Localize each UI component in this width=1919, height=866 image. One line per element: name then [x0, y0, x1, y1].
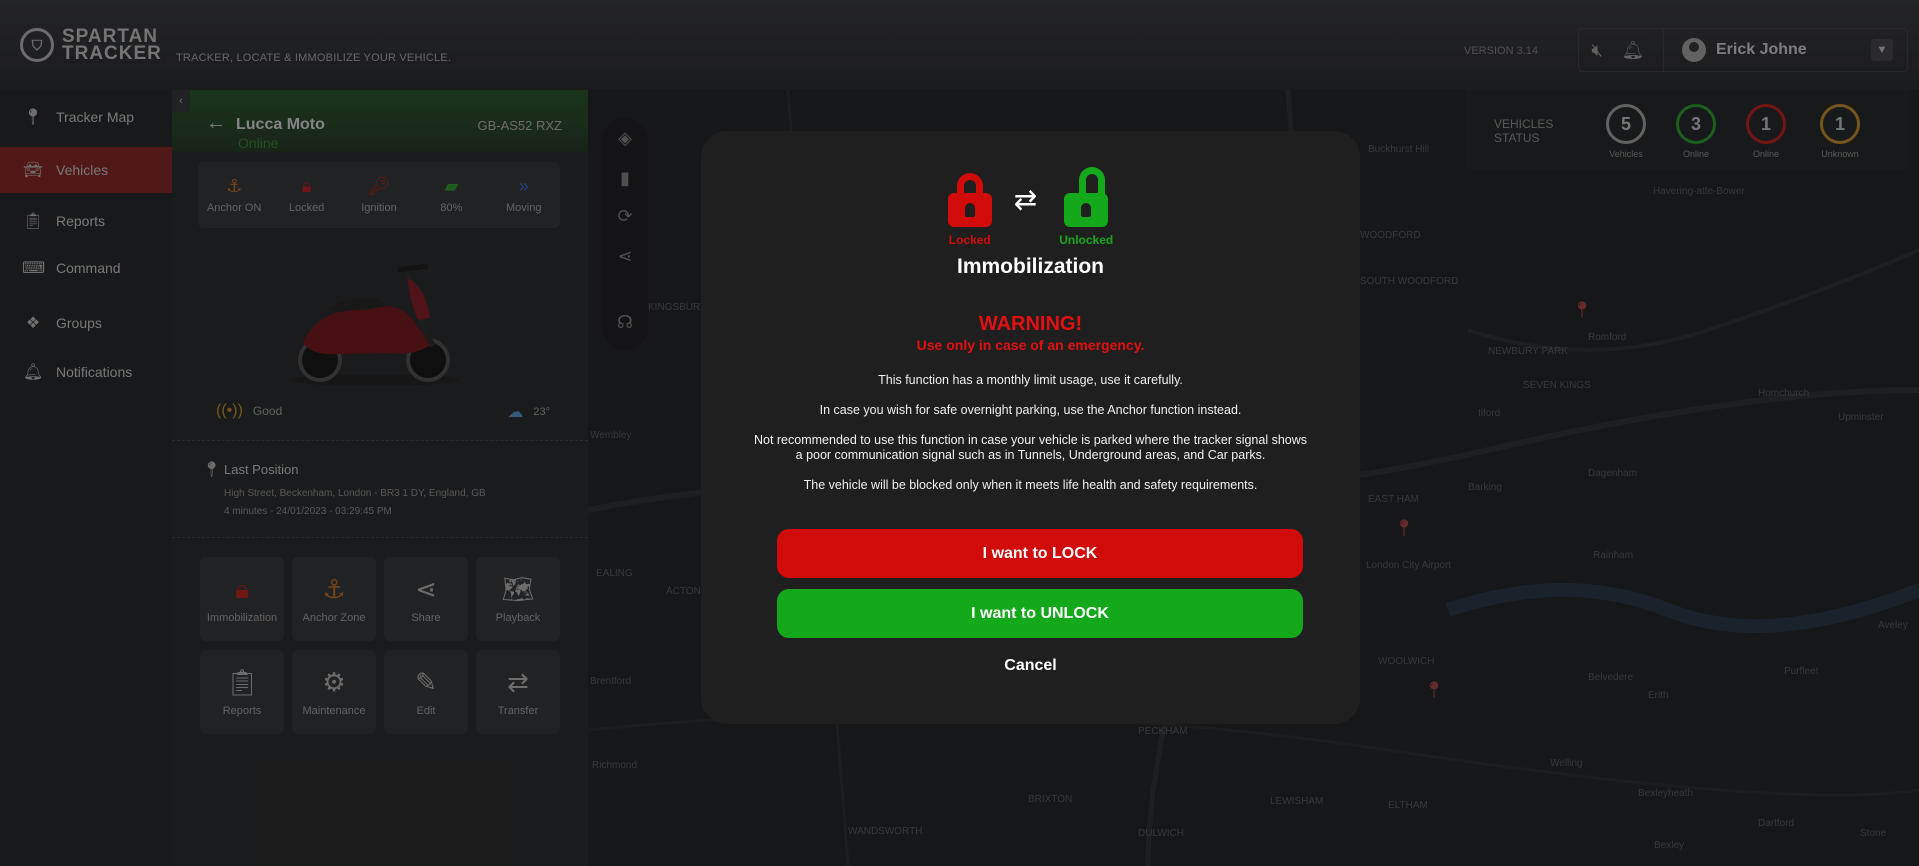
cancel-button[interactable]: Cancel: [701, 657, 1360, 675]
locked-padlock-icon: [947, 173, 992, 227]
unlock-button[interactable]: I want to UNLOCK: [777, 589, 1303, 638]
immobilization-modal: Locked ⇄ Unlocked Immobilization WARNING…: [701, 131, 1360, 724]
warning-heading: WARNING!: [978, 313, 1083, 335]
lock-unlock-graphic: Locked ⇄ Unlocked: [701, 167, 1360, 247]
swap-arrows-icon: ⇄: [1013, 184, 1038, 215]
warning-subheading: Use only in case of an emergency.: [916, 337, 1145, 353]
info-paragraph: This function has a monthly limit usage,…: [878, 373, 1183, 387]
locked-caption: Locked: [948, 233, 991, 247]
modal-title: Immobilization: [957, 255, 1104, 278]
lock-button[interactable]: I want to LOCK: [777, 529, 1303, 578]
unlocked-padlock-icon: [1064, 167, 1109, 227]
info-paragraph: Not recommended to use this function in …: [753, 433, 1308, 462]
info-paragraph: The vehicle will be blocked only when it…: [803, 478, 1258, 492]
info-paragraph: In case you wish for safe overnight park…: [819, 403, 1242, 417]
unlocked-caption: Unlocked: [1059, 233, 1114, 247]
app-root: ⛉ SPARTAN TRACKER TRACKER, LOCATE & IMMO…: [0, 0, 1919, 866]
